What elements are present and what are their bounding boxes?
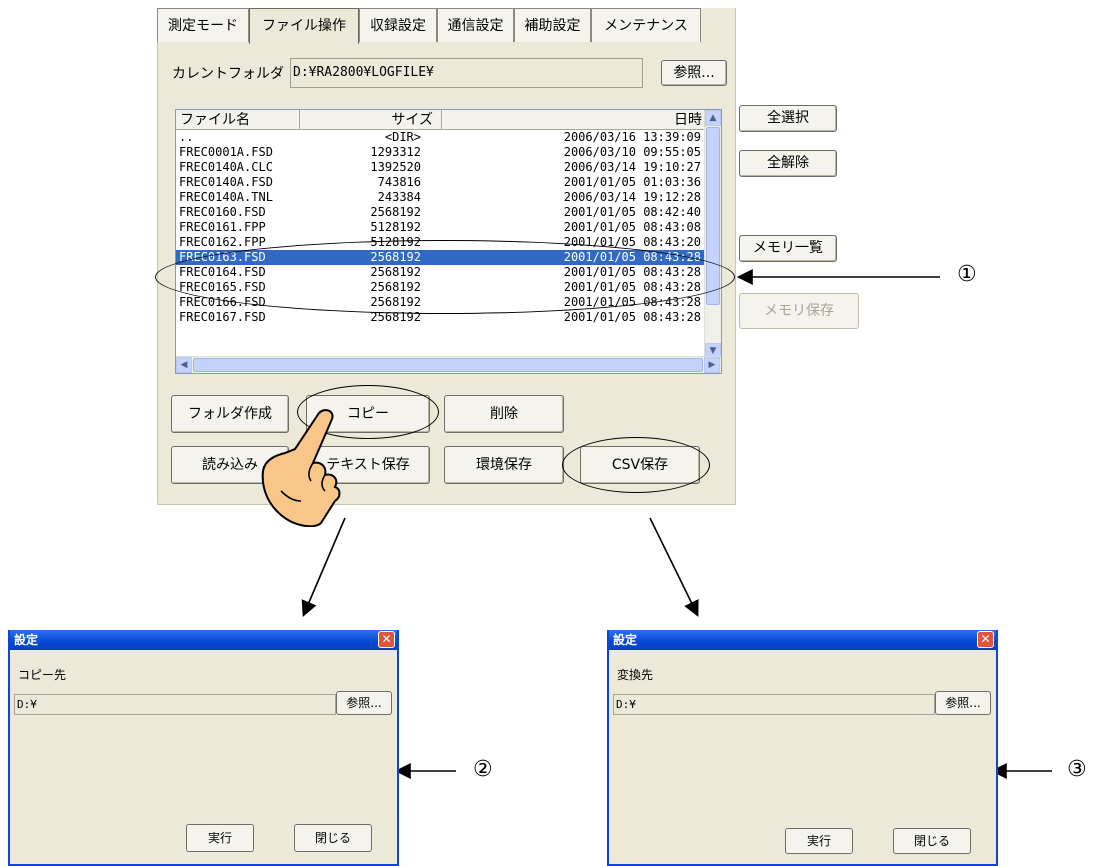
file-list-row[interactable]: FREC0140A.TNL 243384 2006/03/14 19:12:28 bbox=[176, 190, 707, 205]
current-folder-label: カレントフォルダ bbox=[172, 66, 284, 82]
close-button[interactable]: 閉じる bbox=[294, 824, 372, 852]
execute-button[interactable]: 実行 bbox=[186, 824, 254, 852]
callout-1: ① bbox=[957, 262, 977, 287]
file-date-cell: 2006/03/14 19:10:27 bbox=[563, 160, 701, 174]
copy-destination-field[interactable]: D:¥ bbox=[14, 694, 336, 715]
scroll-left-icon[interactable]: ◀ bbox=[176, 357, 192, 373]
copy-destination-label: コピー先 bbox=[18, 668, 67, 682]
csv-dialog: 設定 ✕ 変換先 D:¥ 参照... 実行 閉じる bbox=[607, 630, 998, 866]
highlight-ellipse-row bbox=[155, 240, 735, 314]
file-date-cell: 2001/01/05 08:43:28 bbox=[563, 310, 701, 324]
column-header-date[interactable]: 日時 bbox=[442, 110, 707, 130]
dialog-browse-button[interactable]: 参照... bbox=[935, 691, 991, 715]
file-name-cell: .. bbox=[179, 130, 194, 144]
file-name-cell: FREC0140A.FSD bbox=[179, 175, 273, 189]
dialog-browse-button[interactable]: 参照... bbox=[336, 691, 392, 715]
file-name-cell: FREC0161.FPP bbox=[179, 220, 266, 234]
scroll-up-icon[interactable]: ▲ bbox=[705, 110, 721, 126]
file-size-cell: 743816 bbox=[377, 175, 421, 189]
column-header-name[interactable]: ファイル名 bbox=[176, 110, 300, 130]
execute-button[interactable]: 実行 bbox=[785, 828, 853, 854]
tab-recording-settings[interactable]: 収録設定 bbox=[359, 8, 437, 42]
hand-pointer-icon bbox=[261, 409, 341, 527]
dialog-title-bar[interactable]: 設定 bbox=[10, 630, 397, 650]
file-size-cell: 243384 bbox=[377, 190, 421, 204]
file-list-row[interactable]: .. <DIR> 2006/03/16 13:39:09 bbox=[176, 130, 707, 145]
browse-button[interactable]: 参照... bbox=[661, 60, 727, 86]
file-name-cell: FREC0160.FSD bbox=[179, 205, 266, 219]
file-size-cell: <DIR> bbox=[384, 130, 421, 144]
file-name-cell: FREC0001A.FSD bbox=[179, 145, 273, 159]
horizontal-scrollbar[interactable]: ◀ ▶ bbox=[176, 356, 721, 373]
file-name-cell: FREC0167.FSD bbox=[179, 310, 266, 324]
file-list-row[interactable]: FREC0161.FPP 5128192 2001/01/05 08:43:08 bbox=[176, 220, 707, 235]
memory-save-button[interactable]: メモリ保存 bbox=[739, 293, 859, 329]
deselect-all-button[interactable]: 全解除 bbox=[739, 150, 837, 177]
file-list-row[interactable]: FREC0140A.CLC 1392520 2006/03/14 19:10:27 bbox=[176, 160, 707, 175]
file-size-cell: 1293312 bbox=[370, 145, 421, 159]
memory-list-button[interactable]: メモリ一覧 bbox=[739, 235, 837, 262]
horizontal-scroll-thumb[interactable] bbox=[193, 358, 703, 372]
file-date-cell: 2001/01/05 01:03:36 bbox=[563, 175, 701, 189]
tab-auxiliary-settings[interactable]: 補助設定 bbox=[514, 8, 591, 42]
env-save-button[interactable]: 環境保存 bbox=[444, 446, 564, 484]
highlight-ellipse-csv bbox=[562, 437, 710, 493]
tab-communication-settings[interactable]: 通信設定 bbox=[437, 8, 514, 42]
file-date-cell: 2001/01/05 08:43:08 bbox=[563, 220, 701, 234]
dialog-title: 設定 bbox=[14, 633, 39, 647]
tab-measure-mode[interactable]: 測定モード bbox=[157, 8, 249, 42]
file-size-cell: 5128192 bbox=[370, 220, 421, 234]
callout-3: ③ bbox=[1067, 757, 1087, 782]
close-button[interactable]: 閉じる bbox=[893, 828, 971, 854]
tab-maintenance[interactable]: メンテナンス bbox=[591, 8, 701, 42]
file-date-cell: 2006/03/10 09:55:05 bbox=[563, 145, 701, 159]
convert-destination-field[interactable]: D:¥ bbox=[613, 694, 935, 715]
file-name-cell: FREC0140A.TNL bbox=[179, 190, 273, 204]
file-name-cell: FREC0140A.CLC bbox=[179, 160, 273, 174]
dialog-title-bar[interactable]: 設定 bbox=[609, 630, 996, 650]
close-icon[interactable]: ✕ bbox=[378, 631, 395, 648]
convert-destination-label: 変換先 bbox=[617, 668, 654, 682]
callout-2: ② bbox=[473, 757, 493, 782]
file-list-row[interactable]: FREC0140A.FSD 743816 2001/01/05 01:03:36 bbox=[176, 175, 707, 190]
current-folder-field[interactable]: D:¥RA2800¥LOGFILE¥ bbox=[290, 58, 643, 88]
select-all-button[interactable]: 全選択 bbox=[739, 105, 837, 132]
copy-dialog: 設定 ✕ コピー先 D:¥ 参照... 実行 閉じる bbox=[8, 630, 399, 866]
file-list-row[interactable]: FREC0001A.FSD 1293312 2006/03/10 09:55:05 bbox=[176, 145, 707, 160]
delete-button[interactable]: 削除 bbox=[444, 395, 564, 433]
dialog-title: 設定 bbox=[613, 633, 638, 647]
file-list-row[interactable]: FREC0160.FSD 2568192 2001/01/05 08:42:40 bbox=[176, 205, 707, 220]
file-date-cell: 2001/01/05 08:42:40 bbox=[563, 205, 701, 219]
vertical-scrollbar[interactable]: ▲ ▼ bbox=[704, 110, 721, 359]
tab-file-operation[interactable]: ファイル操作 bbox=[249, 8, 359, 44]
scroll-right-icon[interactable]: ▶ bbox=[704, 357, 720, 373]
file-date-cell: 2006/03/14 19:12:28 bbox=[563, 190, 701, 204]
file-name-cell: FREC0162.FPP bbox=[179, 235, 266, 249]
column-header-size[interactable]: サイズ bbox=[300, 110, 442, 130]
close-icon[interactable]: ✕ bbox=[977, 631, 994, 648]
file-date-cell: 2006/03/16 13:39:09 bbox=[563, 130, 701, 144]
file-size-cell: 1392520 bbox=[370, 160, 421, 174]
file-size-cell: 2568192 bbox=[370, 205, 421, 219]
